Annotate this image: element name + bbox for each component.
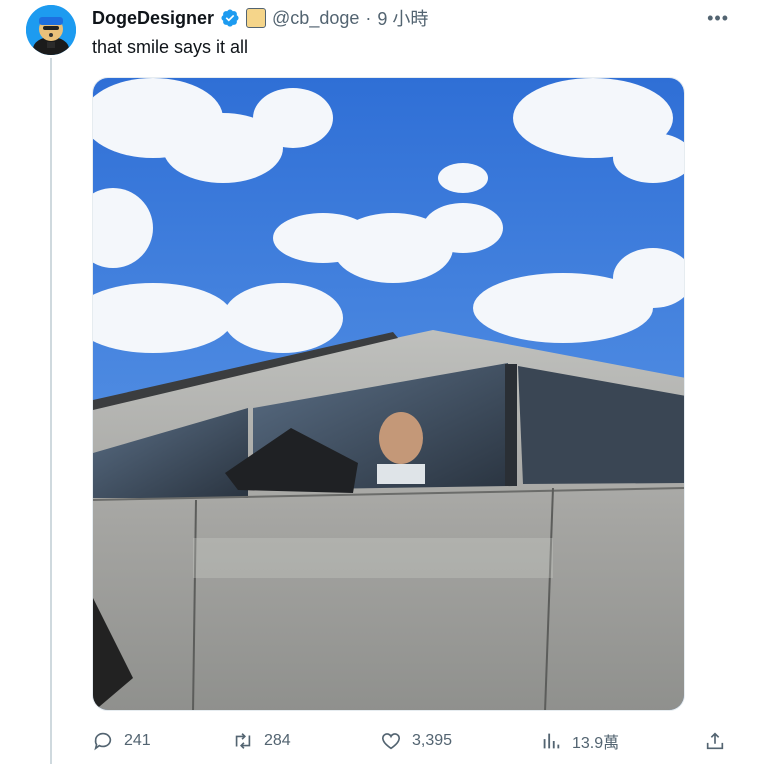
reply-icon xyxy=(94,732,112,751)
tweet-media-image[interactable] xyxy=(92,77,685,711)
like-count: 3,395 xyxy=(412,732,453,749)
more-options-icon[interactable]: ••• xyxy=(707,8,729,29)
reply-count: 241 xyxy=(124,732,151,749)
tweet-text: that smile says it all xyxy=(92,37,249,57)
reply-button[interactable]: 241 xyxy=(92,728,151,754)
like-button[interactable]: 3,395 xyxy=(380,728,452,754)
retweet-count: 284 xyxy=(264,732,291,749)
share-button[interactable] xyxy=(704,728,726,754)
verified-badge-icon xyxy=(221,9,239,27)
separator: · xyxy=(365,7,372,28)
handle[interactable]: @cb_doge xyxy=(272,8,359,29)
display-name[interactable]: DogeDesigner xyxy=(92,8,214,29)
avatar[interactable] xyxy=(26,5,76,55)
heart-icon xyxy=(381,733,401,750)
views-icon xyxy=(543,733,560,749)
timestamp[interactable]: 9 小時 xyxy=(377,5,428,31)
retweet-icon xyxy=(235,733,251,749)
action-bar: 241 284 3,395 13.9萬 xyxy=(92,728,727,754)
tweet-header: DogeDesigner @cb_doge · 9 小時 xyxy=(92,6,428,30)
cybertruck-photo xyxy=(93,78,684,710)
thread-line xyxy=(50,58,52,764)
views-button[interactable]: 13.9萬 xyxy=(540,728,619,754)
retweet-button[interactable]: 284 xyxy=(232,728,291,754)
views-count: 13.9萬 xyxy=(572,735,620,752)
doge-avatar-icon xyxy=(26,5,76,55)
affiliate-badge-icon xyxy=(246,8,267,28)
share-icon xyxy=(706,732,724,750)
